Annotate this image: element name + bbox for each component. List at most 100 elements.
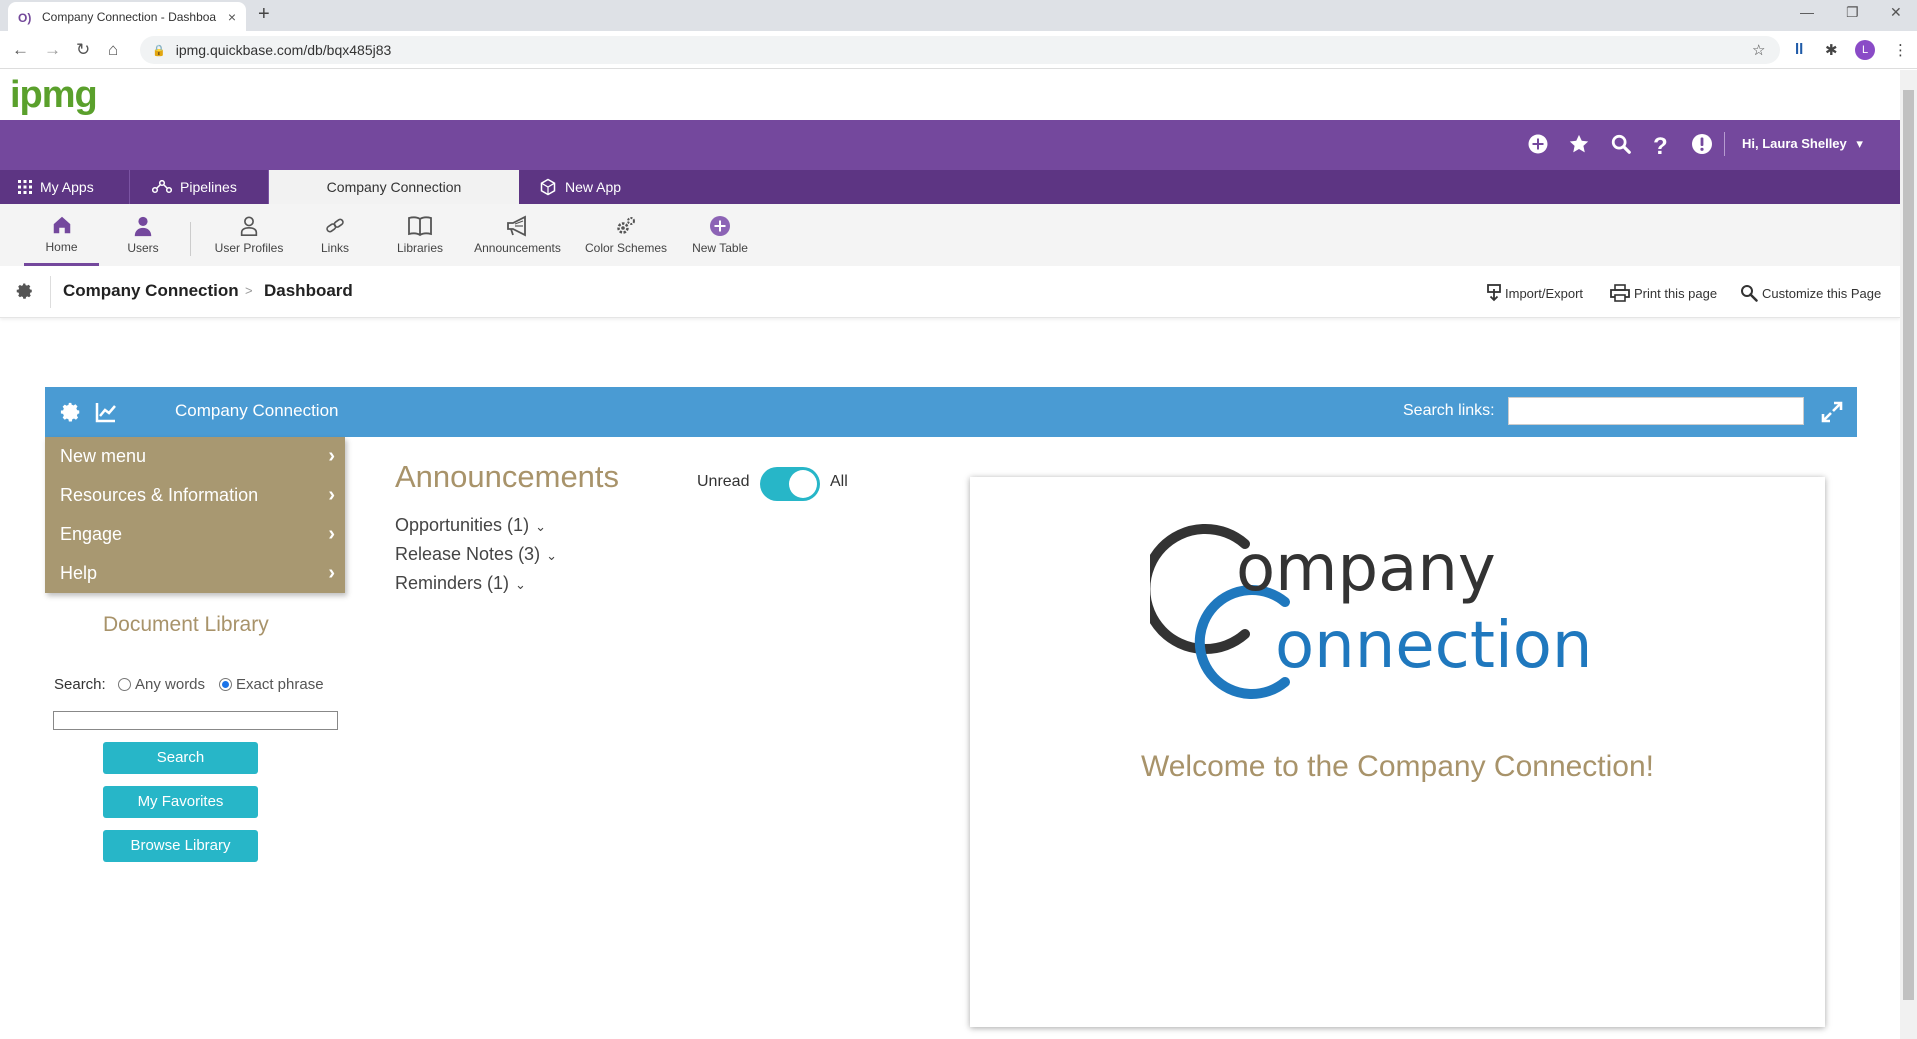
- extension-icon[interactable]: ll: [1795, 41, 1803, 58]
- help-question-icon[interactable]: ?: [1653, 133, 1668, 161]
- unread-all-toggle[interactable]: [760, 467, 820, 501]
- bookmark-star-icon[interactable]: ☆: [1752, 41, 1765, 59]
- dashboard-banner-title: Company Connection: [175, 401, 339, 420]
- user-greeting: Hi, Laura Shelley: [1742, 136, 1847, 151]
- page-scrollbar[interactable]: [1900, 70, 1917, 1039]
- ipmg-logo[interactable]: ipmg: [10, 74, 98, 117]
- announcement-reminders[interactable]: Reminders (1) ⌄: [395, 573, 526, 594]
- radio-button-selected[interactable]: [219, 678, 232, 691]
- toolbar-libraries[interactable]: Libraries: [390, 204, 450, 266]
- browser-tab[interactable]: O) Company Connection - Dashboa ×: [8, 2, 246, 31]
- radio-any-words[interactable]: Any words: [118, 676, 205, 693]
- welcome-text: Welcome to the Company Connection!: [1140, 750, 1655, 783]
- link-chain-icon: [323, 215, 347, 239]
- search-links-input[interactable]: [1508, 397, 1804, 425]
- toolbar-announcements[interactable]: Announcements: [470, 204, 565, 266]
- scrollbar-thumb[interactable]: [1903, 90, 1914, 1000]
- import-export-button[interactable]: Import/Export: [1487, 284, 1583, 302]
- announcement-opportunities[interactable]: Opportunities (1) ⌄: [395, 515, 546, 536]
- close-tab-icon[interactable]: ×: [228, 9, 236, 25]
- settings-gear-icon[interactable]: [16, 282, 34, 300]
- menu-item-help[interactable]: Help ›: [45, 554, 345, 593]
- kebab-menu-icon[interactable]: ⋮: [1893, 41, 1908, 59]
- forward-arrow-icon[interactable]: →: [44, 40, 61, 60]
- minimize-icon[interactable]: —: [1800, 4, 1814, 20]
- browse-library-button[interactable]: Browse Library: [103, 830, 258, 862]
- search-button[interactable]: Search: [103, 742, 258, 774]
- radio-exact-phrase[interactable]: Exact phrase: [219, 676, 324, 693]
- caret-down-icon: ▾: [1856, 136, 1863, 151]
- tab-company-connection[interactable]: Company Connection: [269, 170, 519, 204]
- announcement-release-notes[interactable]: Release Notes (3) ⌄: [395, 544, 557, 565]
- import-export-icon: [1487, 284, 1501, 302]
- book-open-icon: [407, 215, 433, 239]
- user-menu[interactable]: Hi, Laura Shelley ▾: [1742, 136, 1863, 152]
- header-divider: [1724, 132, 1725, 156]
- company-connection-logo: ompany onnection: [1150, 524, 1592, 699]
- print-page-button[interactable]: Print this page: [1610, 284, 1717, 302]
- settings-gear-icon[interactable]: [60, 401, 82, 423]
- restore-icon[interactable]: ❐: [1846, 4, 1859, 21]
- doc-search-input[interactable]: [53, 711, 338, 730]
- toolbar-new-table[interactable]: New Table: [685, 204, 755, 266]
- tab-pipelines[interactable]: Pipelines: [130, 170, 269, 204]
- url-bar[interactable]: 🔒 ipmg.quickbase.com/db/bqx485j83: [140, 36, 1780, 64]
- new-app-cube-icon: [539, 178, 557, 196]
- favorites-star-icon[interactable]: [1568, 133, 1590, 155]
- browser-tab-title: Company Connection - Dashboa: [42, 9, 217, 24]
- chevron-down-icon: ⌄: [535, 519, 546, 534]
- magnify-wrench-icon: [1740, 284, 1758, 302]
- quickbase-favicon-icon: O): [18, 10, 32, 25]
- window-close-icon[interactable]: ✕: [1890, 4, 1902, 21]
- breadcrumb-bar: Company Connection > Dashboard Import/Ex…: [0, 266, 1900, 318]
- toggle-label-all: All: [830, 473, 848, 490]
- toolbar-color-schemes[interactable]: Color Schemes: [580, 204, 672, 266]
- app-toolbar: Home Users User Profiles Links Libraries…: [0, 204, 1900, 266]
- reload-icon[interactable]: ↻: [76, 40, 90, 60]
- add-circle-icon[interactable]: [1527, 133, 1549, 155]
- toolbar-users[interactable]: Users: [108, 204, 178, 266]
- browser-address-bar: ← → ↻ ⌂ 🔒 ipmg.quickbase.com/db/bqx485j8…: [0, 31, 1917, 69]
- toolbar-user-profiles[interactable]: User Profiles: [204, 204, 294, 266]
- pipelines-icon: [152, 180, 172, 194]
- gears-icon: [614, 215, 638, 239]
- announcements-title: Announcements: [395, 459, 620, 494]
- customize-page-button[interactable]: Customize this Page: [1740, 284, 1881, 302]
- alert-exclamation-icon[interactable]: [1691, 133, 1713, 155]
- home-icon: [51, 214, 73, 238]
- search-icon[interactable]: [1610, 133, 1632, 155]
- left-nav-menu: New menu › Resources & Information › Eng…: [45, 437, 345, 593]
- chevron-right-icon: ›: [328, 523, 335, 545]
- chart-line-icon[interactable]: [95, 401, 117, 423]
- toggle-label-unread: Unread: [697, 473, 750, 490]
- expand-icon[interactable]: [1820, 400, 1844, 424]
- profile-avatar[interactable]: L: [1855, 40, 1875, 60]
- browser-tab-bar: O) Company Connection - Dashboa × + — ❐ …: [0, 0, 1917, 31]
- user-icon: [132, 215, 154, 239]
- chevron-right-icon: ›: [328, 445, 335, 467]
- user-profile-outline-icon: [238, 215, 260, 239]
- toolbar-divider: [190, 222, 191, 256]
- logo-text-ompany: ompany: [1236, 532, 1496, 606]
- back-arrow-icon[interactable]: ←: [12, 40, 29, 60]
- menu-item-engage[interactable]: Engage ›: [45, 515, 345, 554]
- chevron-right-icon: ›: [328, 484, 335, 506]
- tab-new-app[interactable]: New App: [519, 170, 639, 204]
- home-icon[interactable]: ⌂: [108, 40, 118, 60]
- menu-item-new-menu[interactable]: New menu ›: [45, 437, 345, 476]
- add-circle-icon: [709, 215, 731, 239]
- new-tab-button[interactable]: +: [258, 3, 270, 26]
- chevron-right-icon: ›: [328, 562, 335, 584]
- breadcrumb-divider: [50, 276, 51, 308]
- breadcrumb-app-link[interactable]: Company Connection: [63, 281, 239, 301]
- my-favorites-button[interactable]: My Favorites: [103, 786, 258, 818]
- dashboard-banner: Company Connection Search links:: [45, 387, 1857, 437]
- toolbar-links[interactable]: Links: [310, 204, 360, 266]
- toolbar-home[interactable]: Home: [24, 204, 99, 266]
- menu-item-resources-information[interactable]: Resources & Information ›: [45, 476, 345, 515]
- radio-button[interactable]: [118, 678, 131, 691]
- tab-my-apps[interactable]: My Apps: [0, 170, 130, 204]
- puzzle-extensions-icon[interactable]: ✱: [1825, 41, 1838, 59]
- welcome-card: ompany onnection Welcome to the Company …: [970, 477, 1825, 1027]
- search-links-label: Search links:: [1403, 402, 1495, 419]
